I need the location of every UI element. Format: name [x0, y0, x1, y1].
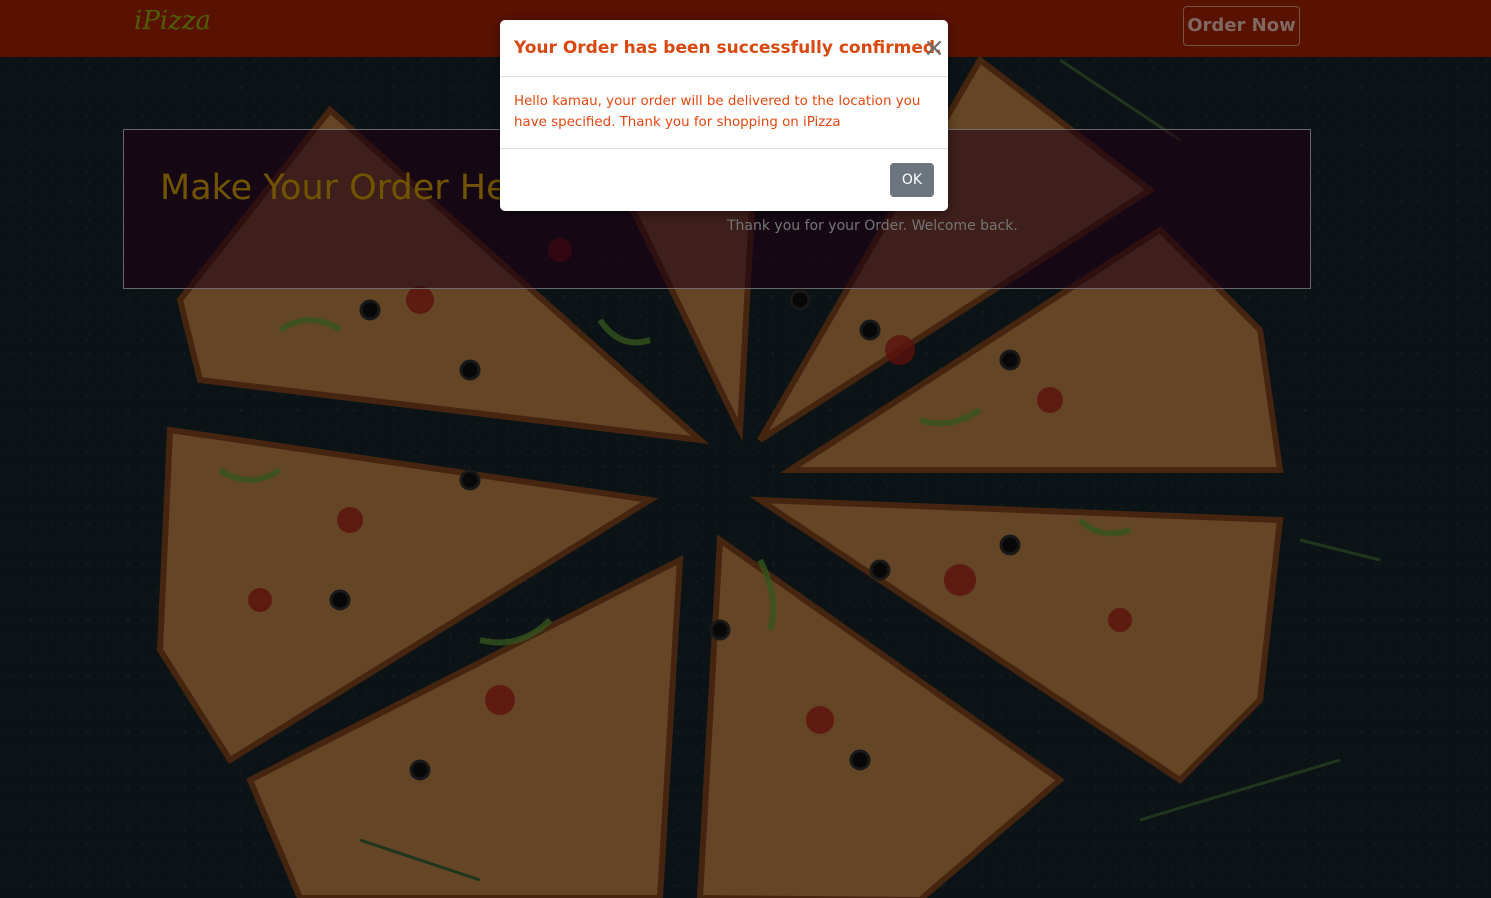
ok-button[interactable]: OK — [890, 163, 934, 197]
modal-footer: OK — [500, 148, 948, 211]
modal-header: Your Order has been successfully confirm… — [500, 20, 948, 77]
modal-title: Your Order has been successfully confirm… — [514, 38, 942, 58]
close-icon[interactable]: × — [922, 35, 946, 61]
order-confirmation-modal: Your Order has been successfully confirm… — [500, 20, 948, 211]
modal-body-text: Hello kamau, your order will be delivere… — [514, 94, 921, 130]
